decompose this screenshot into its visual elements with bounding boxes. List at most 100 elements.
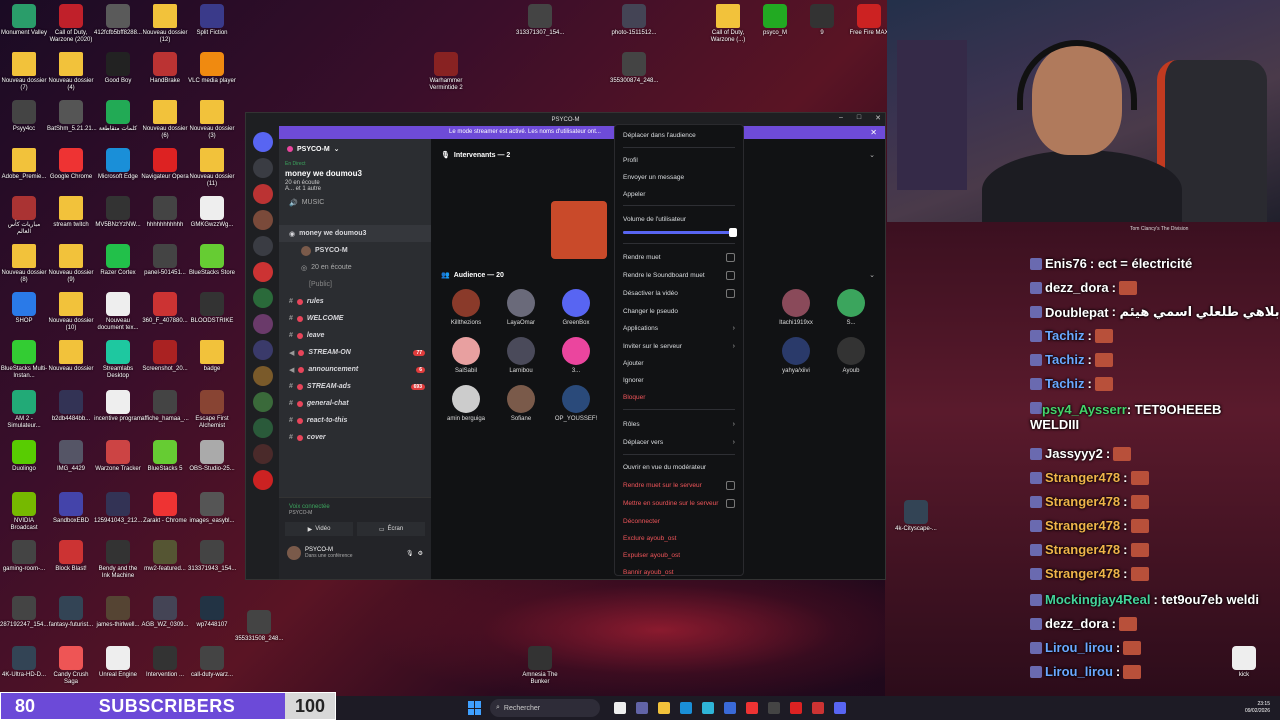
desktop-icon[interactable]: Split Fiction [188,4,236,37]
voice-connected[interactable]: Voix connectée [279,498,431,510]
category-public[interactable]: [Public] [279,276,431,293]
mic-icon[interactable]: 🎙 [406,550,414,557]
taskbar-discord-icon[interactable] [834,702,846,714]
maximize-icon[interactable]: □ [857,114,861,122]
speakers-header[interactable]: 🎙 Intervenants — 2 [441,151,510,160]
channel-stream-on[interactable]: ◀ STREAM-ON 77 [279,344,431,361]
taskbar-chrome-icon[interactable] [746,702,758,714]
desktop-icon[interactable]: Screenshot_20... [141,340,189,373]
channel-general-chat[interactable]: # general-chat [279,395,431,412]
menu-roles[interactable]: Rôles › [623,418,735,430]
menu-invite-to-server[interactable]: Inviter sur le serveur › [623,340,735,352]
desktop-icon[interactable]: SandboxEBD [47,492,95,525]
server-icon[interactable] [252,314,273,334]
checkbox[interactable] [726,498,735,508]
server-icon[interactable] [252,288,273,308]
server-icon[interactable] [252,418,273,438]
menu-call[interactable]: Appeler [623,188,735,200]
desktop-icon[interactable]: Unreal Engine [94,646,142,679]
menu-open-mod-view[interactable]: Ouvrir en vue du modérateur [623,461,735,473]
menu-kick[interactable]: Expulser ayoub_ost [623,549,735,561]
taskbar-clock[interactable]: 23:15 09/02/2026 [1245,701,1270,715]
desktop-icon[interactable]: BLOODSTRIKE [188,292,236,325]
audience-member[interactable]: LayaOmar [491,289,551,326]
desktop-icon[interactable]: Amnesia The Bunker [516,646,564,686]
desktop-icon[interactable]: GMKGwzzWg... [188,196,236,229]
menu-mute[interactable]: Rendre muet [623,251,735,263]
desktop-icon[interactable]: 9 [798,4,846,37]
user-panel[interactable]: PSYCO-M Dans une conférence 🎙 ⚙ [279,542,431,564]
desktop-icon[interactable]: Candy Crush Saga [47,646,95,686]
desktop-icon[interactable]: NVIDIA Broadcast [0,492,48,532]
desktop-icon[interactable]: Nouveau dossier (9) [47,244,95,284]
desktop-icon[interactable]: Nouveau dossier (10) [47,292,95,332]
audience-member[interactable]: yahya/xiivi [766,337,826,374]
checkbox[interactable] [726,288,735,298]
desktop-icon[interactable]: SHOP [0,292,48,325]
desktop-icon[interactable]: مباريات كأس العالم [0,196,48,236]
desktop-icon[interactable]: BlueStacks 5 [141,440,189,473]
audience-member[interactable]: Larnibou [491,337,551,374]
desktop-icon[interactable]: psyco_M [751,4,799,37]
start-button[interactable] [468,701,482,715]
server-icon[interactable] [252,158,273,178]
audience-member[interactable]: OP_YOUSSEF! [546,385,606,422]
desktop-icon[interactable]: 360_F_407880... [141,292,189,325]
menu-exclude[interactable]: Exclure ayoub_ost [623,532,735,544]
stage-channel[interactable]: ◉ money we doumou3 [279,225,431,242]
desktop-icon[interactable]: 355331508_248... [235,610,283,643]
desktop-icon[interactable]: affiche_hamaa_... [141,390,189,423]
audience-member[interactable]: Itachi1919xx [766,289,826,326]
desktop-icon[interactable]: Escape First Alchemist [188,390,236,430]
channel-leave[interactable]: # leave [279,327,431,344]
menu-change-nickname[interactable]: Changer le pseudo [623,305,735,317]
checkbox[interactable] [726,252,735,262]
desktop-icon[interactable]: Nouveau dossier (6) [141,100,189,140]
taskbar-mail-icon[interactable] [724,702,736,714]
desktop-icon[interactable]: photo-1511512... [610,4,658,37]
taskbar-app-icon[interactable] [812,702,824,714]
desktop-icon[interactable]: 355300874_248... [610,52,658,85]
desktop-icon[interactable]: Adobe_Premie... [0,148,48,181]
desktop-icon[interactable]: incentive program [94,390,142,423]
desktop-icon[interactable]: hhhhhhhhhhh [141,196,189,229]
channel-react-to-this[interactable]: # react-to-this [279,412,431,429]
server-icon[interactable] [252,444,273,464]
server-icon[interactable] [252,262,273,282]
desktop-icon[interactable]: VLC media player [188,52,236,85]
user-volume-slider[interactable] [623,228,737,237]
desktop-icon[interactable]: Psyy4cc [0,100,48,133]
desktop-icon[interactable]: Nouveau dossier (7) [0,52,48,92]
desktop-icon[interactable]: Nouveau dossier (12) [141,4,189,44]
category-music[interactable]: 🔊 MUSIC [279,194,431,211]
desktop-icon[interactable]: AGB_WZ_0309... [141,596,189,629]
desktop-icon[interactable]: Call of Duty, Warzone (...) [704,4,752,44]
server-icon[interactable] [252,210,273,230]
audience-member[interactable]: GreenBox [546,289,606,326]
taskbar-edge-icon[interactable] [702,702,714,714]
server-icon[interactable] [252,184,273,204]
desktop-icon[interactable]: HandBrake [141,52,189,85]
desktop-icon[interactable]: 4K-Ultra-HD-D... [0,646,48,679]
channel-cover[interactable]: # cover [279,429,431,446]
desktop-icon[interactable]: Microsoft Edge [94,148,142,181]
desktop-icon[interactable]: Nouveau document tex... [94,292,142,332]
menu-ignore[interactable]: Ignorer [623,374,735,386]
taskbar-explorer-icon[interactable] [658,702,670,714]
desktop-icon[interactable]: images_easybl... [188,492,236,525]
desktop-icon[interactable]: Warzone Tracker [94,440,142,473]
taskbar-store-icon[interactable] [680,702,692,714]
server-icon[interactable] [252,132,273,152]
desktop-icon[interactable]: IMG_4429 [47,440,95,473]
desktop-icon[interactable]: 313371943_154... [188,540,236,573]
user-volume-knob[interactable] [728,228,737,237]
desktop-icon[interactable]: MV5BNzYzNW... [94,196,142,229]
menu-server-mute[interactable]: Rendre muet sur le serveur [623,479,735,491]
server-icon[interactable] [252,392,273,412]
desktop-icon[interactable]: Streamlabs Desktop [94,340,142,380]
desktop-icon[interactable]: b2db4484bb... [47,390,95,423]
desktop-icon[interactable]: james-thirlwell... [94,596,142,629]
desktop-icon[interactable]: badge [188,340,236,373]
desktop-icon[interactable]: 4k-Cityscape-... [892,500,940,533]
desktop-icon[interactable]: Good Boy [94,52,142,85]
